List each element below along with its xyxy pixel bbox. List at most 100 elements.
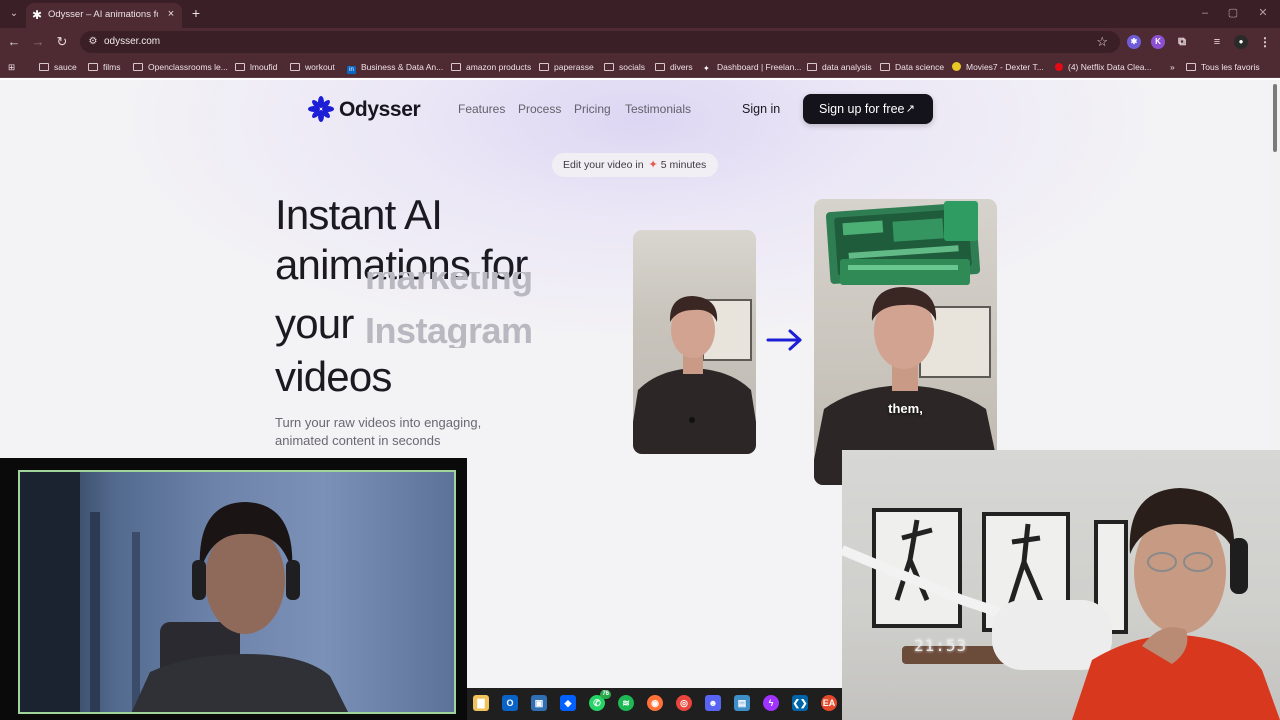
file-explorer-icon[interactable]: ▇ <box>473 695 489 711</box>
bookmark-item[interactable]: Movies7 - Dexter T... <box>952 60 1044 74</box>
badge-suffix: 5 minutes <box>660 159 707 171</box>
extensions-puzzle-icon[interactable]: ⧉ <box>1175 35 1189 49</box>
vscode-icon[interactable]: ❮❯ <box>792 695 808 711</box>
tab-search-chevron-icon[interactable]: ⌄ <box>6 6 22 22</box>
video-caption: them, <box>888 401 923 416</box>
firefox-icon[interactable]: ◉ <box>647 695 663 711</box>
bookmark-item[interactable]: amazon products <box>451 60 531 74</box>
sign-up-button[interactable]: Sign up for free ↗ <box>803 94 933 124</box>
tab-strip: ⌄ ✱ Odysser – AI animations for yo... × … <box>0 0 1280 28</box>
close-tab-icon[interactable]: × <box>164 7 178 21</box>
folder-icon <box>604 63 614 71</box>
movies-icon <box>952 62 961 71</box>
headline-line-1: Instant AI <box>275 191 443 238</box>
bookmark-item[interactable]: ✦ Dashboard | Freelan... <box>703 60 801 74</box>
extension-k-icon[interactable]: K <box>1151 35 1165 49</box>
windows-taskbar: ▇ O ▣ ◆ ✆ 76 ≋ ◉ ◎ ☻ ▤ ϟ ❮❯ EA <box>467 688 842 720</box>
new-tab-button[interactable]: + <box>188 5 204 21</box>
bookmark-item[interactable]: (4) Netflix Data Clea... <box>1055 60 1152 74</box>
headline-line-4: videos <box>275 353 392 400</box>
rotating-word-outgoing: marketing <box>365 272 533 297</box>
bookmark-item[interactable]: films <box>88 60 120 74</box>
sign-up-label: Sign up for free <box>819 102 905 116</box>
nav-pricing[interactable]: Pricing <box>574 102 611 116</box>
bookmark-item[interactable]: divers <box>655 60 693 74</box>
brand-name: Odysser <box>339 98 421 121</box>
folder-icon <box>290 63 300 71</box>
bookmark-item[interactable]: in Business & Data An... <box>347 60 443 74</box>
profile-avatar[interactable]: ● <box>1234 35 1248 49</box>
desk-clock: 21:53 <box>914 636 968 655</box>
bookmark-item[interactable]: workout <box>290 60 335 74</box>
bookmark-star-icon[interactable]: ☆ <box>1096 34 1108 50</box>
folder-icon <box>539 63 549 71</box>
folder-icon <box>88 63 98 71</box>
site-info-icon[interactable]: ⚙ <box>86 35 100 49</box>
nav-testimonials[interactable]: Testimonials <box>625 102 691 116</box>
ea-app-icon[interactable]: EA <box>821 695 837 711</box>
linkedin-icon: in <box>347 66 356 74</box>
outlook-icon[interactable]: O <box>502 695 518 711</box>
bookmark-item[interactable]: socials <box>604 60 645 74</box>
folder-icon <box>235 63 245 71</box>
extension-icon[interactable]: ✱ <box>1127 35 1141 49</box>
dropbox-icon[interactable]: ◆ <box>560 695 576 711</box>
sparkle-icon: ✦ <box>648 159 658 171</box>
browser-tab-active[interactable]: ✱ Odysser – AI animations for yo... × <box>26 3 182 28</box>
bookmarks-overflow-icon[interactable]: » <box>1170 60 1175 74</box>
person-image <box>633 296 756 454</box>
bookmark-item[interactable]: Openclassrooms le... <box>133 60 228 74</box>
odysser-logo-icon <box>308 96 334 122</box>
scrollbar-thumb[interactable] <box>1273 84 1277 152</box>
app-window-icon[interactable]: ▤ <box>734 695 750 711</box>
folder-icon <box>133 63 143 71</box>
back-icon[interactable]: ← <box>6 34 22 50</box>
arrow-right-icon <box>766 329 802 351</box>
url-text[interactable]: odysser.com <box>104 36 160 47</box>
minimize-icon[interactable]: – <box>1198 6 1212 20</box>
nav-process[interactable]: Process <box>518 102 561 116</box>
rotating-word-incoming: Instagram <box>365 310 533 348</box>
arrow-up-right-icon: ↗ <box>905 103 915 115</box>
rotating-word: marketing Instagram <box>365 272 570 348</box>
person-with-animation-image <box>814 201 997 485</box>
bookmarks-bar: ⊞ sauce films Openclassrooms le... lmouf… <box>0 56 1280 78</box>
discord-icon[interactable]: ☻ <box>705 695 721 711</box>
youtube-icon <box>1055 63 1063 71</box>
person-image <box>20 472 348 712</box>
freelance-icon: ✦ <box>703 64 710 73</box>
chrome-icon[interactable]: ◎ <box>676 695 692 711</box>
app-icon[interactable]: ▣ <box>531 695 547 711</box>
bookmark-item[interactable]: Data science <box>880 60 944 74</box>
nav-features[interactable]: Features <box>458 102 505 116</box>
close-window-icon[interactable]: ✕ <box>1256 6 1270 20</box>
forward-icon[interactable]: → <box>30 34 46 50</box>
bookmark-item[interactable]: lmoufid <box>235 60 277 74</box>
address-bar[interactable]: ⚙ odysser.com ☆ <box>80 31 1120 53</box>
reload-icon[interactable]: ↻ <box>54 34 70 50</box>
apps-grid-icon[interactable]: ⊞ <box>8 60 15 74</box>
folder-icon <box>1186 63 1196 71</box>
maximize-icon[interactable]: ▢ <box>1226 6 1240 20</box>
tab-title: Odysser – AI animations for yo... <box>48 9 158 20</box>
messenger-icon[interactable]: ϟ <box>763 695 779 711</box>
menu-kebab-icon[interactable]: ⋮ <box>1258 35 1272 49</box>
bookmark-item[interactable]: sauce <box>39 60 77 74</box>
notification-badge: 76 <box>600 690 611 699</box>
reading-list-icon[interactable]: ≡ <box>1210 35 1224 49</box>
bookmark-item-all[interactable]: Tous les favoris <box>1186 60 1260 74</box>
editor-ui-animation <box>825 201 981 285</box>
whatsapp-icon[interactable]: ✆ 76 <box>589 690 611 711</box>
browser-toolbar: ← → ↻ ⚙ odysser.com ☆ ✱ K ⧉ ≡ ● ⋮ <box>0 28 1280 56</box>
person-image <box>842 488 1280 720</box>
folder-icon <box>39 63 49 71</box>
spotify-icon[interactable]: ≋ <box>618 695 634 711</box>
sign-in-link[interactable]: Sign in <box>742 102 780 116</box>
odysser-favicon-icon: ✱ <box>32 8 43 22</box>
bookmark-item[interactable]: paperasse <box>539 60 594 74</box>
badge-prefix: Edit your video in <box>563 159 644 171</box>
bookmark-item[interactable]: data analysis <box>807 60 872 74</box>
hero-subtitle: Turn your raw videos into engaging, anim… <box>275 415 482 448</box>
folder-icon <box>807 63 817 71</box>
edit-time-badge: Edit your video in ✦ 5 minutes <box>552 153 718 177</box>
